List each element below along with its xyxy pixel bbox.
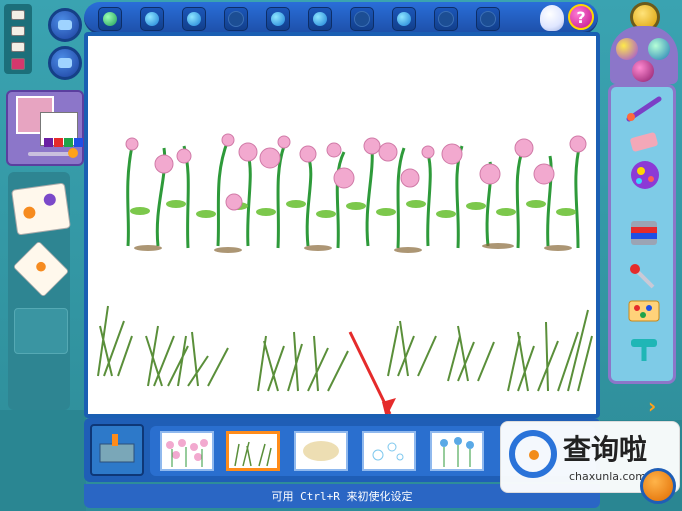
globe-icon: [103, 12, 117, 26]
toolbar-button-3[interactable]: [182, 7, 206, 31]
swatch-red[interactable]: [54, 138, 63, 147]
grass-stamps: [97, 305, 593, 392]
mini-tool-4[interactable]: [11, 58, 25, 70]
top-toolbar: ?: [84, 2, 598, 34]
toolbar-button-10[interactable]: [476, 7, 500, 31]
camera-icon: [58, 20, 72, 30]
stamp-sheet-tool[interactable]: [11, 182, 71, 236]
left-panel: [0, 0, 86, 511]
paint-bucket-icon[interactable]: [625, 215, 663, 249]
toolbar-button-6[interactable]: [308, 7, 332, 31]
thumbnail-blue-flowers[interactable]: [430, 431, 484, 471]
pin-icon: [43, 192, 57, 207]
swatch-purple[interactable]: [44, 138, 53, 147]
canvas-artwork: [97, 133, 593, 414]
next-page-arrow-icon[interactable]: ›: [648, 394, 666, 418]
link-button[interactable]: [48, 46, 82, 80]
sound-icon: [271, 12, 285, 26]
toolbar-button-7[interactable]: [350, 7, 374, 31]
check-icon: [397, 12, 411, 26]
drawing-canvas[interactable]: [88, 36, 596, 414]
sparkle-effect-icon[interactable]: [632, 60, 654, 82]
watermark-magnifier-icon: [509, 430, 557, 478]
magic-effect-icon[interactable]: [648, 38, 670, 60]
scene-tool[interactable]: [14, 308, 68, 354]
color-palette[interactable]: [6, 90, 84, 166]
left-tools-panel: [8, 172, 71, 410]
orange-stamp-icon: [34, 259, 48, 274]
watermark-brand: 查询啦: [563, 433, 648, 466]
stamp-tray-icon[interactable]: [625, 297, 663, 325]
thumbnail-sand[interactable]: [294, 431, 348, 471]
slider-knob[interactable]: [68, 148, 78, 158]
pink-flowers-preview: [166, 439, 208, 467]
stamp-preview-graphic: [99, 434, 135, 463]
drawing-canvas-frame: [84, 32, 600, 418]
roller-icon[interactable]: [625, 335, 663, 363]
star-effect-icon[interactable]: [616, 38, 638, 60]
left-bottom-area: [0, 410, 86, 511]
sand-preview: [303, 441, 339, 461]
tray-graphic: [628, 300, 660, 322]
character-icon: [313, 12, 327, 26]
brush-icon: [187, 12, 201, 26]
toolbar-button-4[interactable]: [224, 7, 248, 31]
open-icon: [145, 12, 159, 26]
dropper-graphic: [630, 264, 655, 289]
exit-button[interactable]: [640, 468, 676, 504]
toolbar-button-8[interactable]: [392, 7, 416, 31]
camera-button[interactable]: [48, 8, 82, 42]
undo-icon: [228, 11, 244, 27]
right-tool-strip: [608, 84, 676, 384]
mini-tool-1[interactable]: [11, 10, 25, 20]
flower-stamps: [125, 133, 587, 253]
diamond-sheet-tool[interactable]: [12, 240, 70, 298]
roller-graphic: [631, 339, 657, 361]
eraser-icon[interactable]: [625, 127, 663, 155]
chain-icon: [58, 58, 72, 68]
bucket-graphic: [631, 221, 657, 245]
right-top-panel: [610, 26, 678, 84]
swatch-green[interactable]: [64, 138, 73, 147]
stamp-preview[interactable]: [90, 424, 144, 476]
lightbulb-icon[interactable]: [540, 5, 564, 31]
dropper-icon[interactable]: [625, 263, 663, 291]
thumbnail-bubbles[interactable]: [362, 431, 416, 471]
watermark-url: chaxunla.com: [569, 470, 646, 483]
help-button[interactable]: ?: [568, 4, 594, 30]
spray-graphic: [631, 161, 659, 189]
save-icon: [480, 11, 496, 27]
mini-tool-3[interactable]: [11, 42, 25, 52]
paintbrush-icon[interactable]: [625, 95, 663, 123]
blue-flowers-preview: [440, 437, 474, 467]
print-icon: [438, 11, 454, 27]
thumbnail-grass[interactable]: [226, 431, 280, 471]
copy-icon: [354, 11, 370, 27]
toolbar-button-2[interactable]: [140, 7, 164, 31]
grass-preview: [234, 441, 272, 467]
thumbnail-pink-flowers[interactable]: [160, 431, 214, 471]
toolbar-button-1[interactable]: [98, 7, 122, 31]
mini-tool-stack: [4, 4, 32, 74]
app-frame: ? › 可用 Ctrl+R 来初使化设定 查询啦 chaxunla.com: [0, 0, 682, 511]
eraser-graphic: [630, 132, 658, 152]
toolbar-button-9[interactable]: [434, 7, 458, 31]
spray-can-icon[interactable]: [625, 159, 663, 193]
swatch-blue[interactable]: [74, 138, 83, 147]
sun-stamp-icon: [22, 205, 37, 220]
toolbar-button-5[interactable]: [266, 7, 290, 31]
paintbrush-graphic: [626, 96, 662, 122]
mini-tool-2[interactable]: [11, 26, 25, 36]
bubbles-preview: [372, 442, 404, 461]
